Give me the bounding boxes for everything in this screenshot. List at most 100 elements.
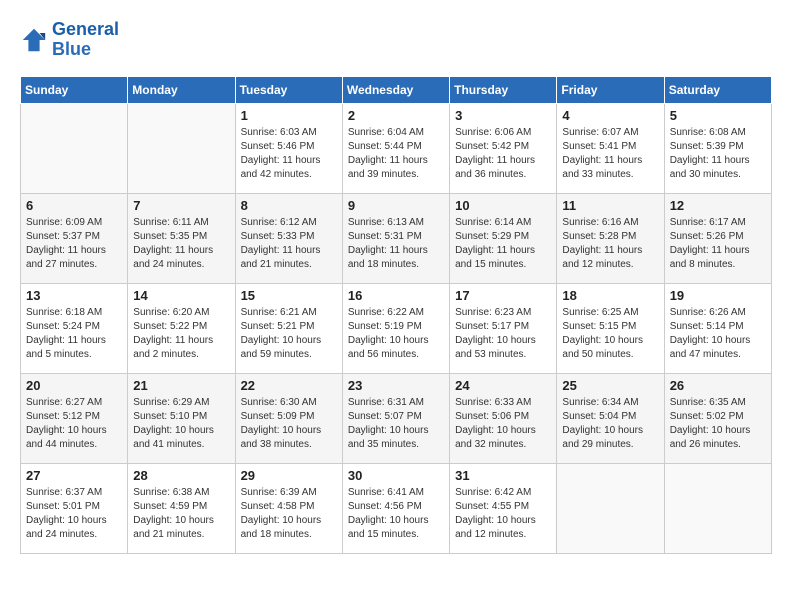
calendar-cell: 18 Sunrise: 6:25 AM Sunset: 5:15 PM Dayli… bbox=[557, 283, 664, 373]
cell-info: Sunrise: 6:25 AM Sunset: 5:15 PM Dayligh… bbox=[562, 306, 658, 362]
cell-info: Sunrise: 6:30 AM Sunset: 5:09 PM Dayligh… bbox=[241, 396, 337, 452]
calendar-cell: 6Sunrise: 6:09 AM Sunset: 5:37 PM Daylig… bbox=[21, 193, 128, 283]
day-number: 24 bbox=[455, 378, 551, 393]
cell-info: Sunrise: 6:29 AM Sunset: 5:10 PM Dayligh… bbox=[133, 396, 229, 452]
day-number: 26 bbox=[670, 378, 766, 393]
day-number: 29 bbox=[241, 468, 337, 483]
day-header-friday: Friday bbox=[557, 76, 664, 103]
day-number: 21 bbox=[133, 378, 229, 393]
calendar-cell: 8Sunrise: 6:12 AM Sunset: 5:33 PM Daylig… bbox=[235, 193, 342, 283]
day-number: 22 bbox=[241, 378, 337, 393]
day-number: 8 bbox=[241, 198, 337, 213]
cell-info: Sunrise: 6:37 AM Sunset: 5:01 PM Dayligh… bbox=[26, 486, 122, 542]
cell-info: Sunrise: 6:23 AM Sunset: 5:17 PM Dayligh… bbox=[455, 306, 551, 362]
calendar-cell: 27 Sunrise: 6:37 AM Sunset: 5:01 PM Dayli… bbox=[21, 463, 128, 553]
calendar-week-row: 6Sunrise: 6:09 AM Sunset: 5:37 PM Daylig… bbox=[21, 193, 772, 283]
day-header-tuesday: Tuesday bbox=[235, 76, 342, 103]
cell-info: Sunrise: 6:38 AM Sunset: 4:59 PM Dayligh… bbox=[133, 486, 229, 542]
calendar-header-row: SundayMondayTuesdayWednesdayThursdayFrid… bbox=[21, 76, 772, 103]
calendar-cell: 5Sunrise: 6:08 AM Sunset: 5:39 PM Daylig… bbox=[664, 103, 771, 193]
calendar-cell: 3Sunrise: 6:06 AM Sunset: 5:42 PM Daylig… bbox=[450, 103, 557, 193]
calendar-cell: 29Sunrise: 6:39 AM Sunset: 4:58 PM Dayli… bbox=[235, 463, 342, 553]
day-number: 12 bbox=[670, 198, 766, 213]
day-number: 19 bbox=[670, 288, 766, 303]
day-number: 2 bbox=[348, 108, 444, 123]
calendar-week-row: 27 Sunrise: 6:37 AM Sunset: 5:01 PM Dayli… bbox=[21, 463, 772, 553]
cell-info: Sunrise: 6:18 AM Sunset: 5:24 PM Dayligh… bbox=[26, 306, 122, 362]
day-header-wednesday: Wednesday bbox=[342, 76, 449, 103]
day-number: 31 bbox=[455, 468, 551, 483]
calendar-cell: 7Sunrise: 6:11 AM Sunset: 5:35 PM Daylig… bbox=[128, 193, 235, 283]
calendar-cell: 24Sunrise: 6:33 AM Sunset: 5:06 PM Dayli… bbox=[450, 373, 557, 463]
calendar-week-row: 20 Sunrise: 6:27 AM Sunset: 5:12 PM Dayli… bbox=[21, 373, 772, 463]
day-number: 20 bbox=[26, 378, 122, 393]
day-number: 3 bbox=[455, 108, 551, 123]
cell-info: Sunrise: 6:03 AM Sunset: 5:46 PM Dayligh… bbox=[241, 126, 337, 182]
day-number: 13 bbox=[26, 288, 122, 303]
cell-info: Sunrise: 6:31 AM Sunset: 5:07 PM Dayligh… bbox=[348, 396, 444, 452]
cell-info: Sunrise: 6:26 AM Sunset: 5:14 PM Dayligh… bbox=[670, 306, 766, 362]
day-header-saturday: Saturday bbox=[664, 76, 771, 103]
cell-info: Sunrise: 6:21 AM Sunset: 5:21 PM Dayligh… bbox=[241, 306, 337, 362]
cell-info: Sunrise: 6:42 AM Sunset: 4:55 PM Dayligh… bbox=[455, 486, 551, 542]
logo-icon bbox=[20, 26, 48, 54]
day-number: 11 bbox=[562, 198, 658, 213]
calendar-cell: 4 Sunrise: 6:07 AM Sunset: 5:41 PM Daylig… bbox=[557, 103, 664, 193]
logo-text: General Blue bbox=[52, 20, 119, 60]
day-number: 17 bbox=[455, 288, 551, 303]
calendar-cell: 14Sunrise: 6:20 AM Sunset: 5:22 PM Dayli… bbox=[128, 283, 235, 373]
day-number: 30 bbox=[348, 468, 444, 483]
cell-info: Sunrise: 6:07 AM Sunset: 5:41 PM Dayligh… bbox=[562, 126, 658, 182]
logo: General Blue bbox=[20, 20, 119, 60]
cell-info: Sunrise: 6:13 AM Sunset: 5:31 PM Dayligh… bbox=[348, 216, 444, 272]
calendar-cell: 12 Sunrise: 6:17 AM Sunset: 5:26 PM Dayli… bbox=[664, 193, 771, 283]
calendar-cell: 31 Sunrise: 6:42 AM Sunset: 4:55 PM Dayli… bbox=[450, 463, 557, 553]
calendar-cell: 1 Sunrise: 6:03 AM Sunset: 5:46 PM Daylig… bbox=[235, 103, 342, 193]
calendar-cell: 30 Sunrise: 6:41 AM Sunset: 4:56 PM Dayli… bbox=[342, 463, 449, 553]
day-number: 23 bbox=[348, 378, 444, 393]
cell-info: Sunrise: 6:34 AM Sunset: 5:04 PM Dayligh… bbox=[562, 396, 658, 452]
day-number: 10 bbox=[455, 198, 551, 213]
cell-info: Sunrise: 6:04 AM Sunset: 5:44 PM Dayligh… bbox=[348, 126, 444, 182]
calendar-cell: 19 Sunrise: 6:26 AM Sunset: 5:14 PM Dayli… bbox=[664, 283, 771, 373]
calendar-cell: 16 Sunrise: 6:22 AM Sunset: 5:19 PM Dayli… bbox=[342, 283, 449, 373]
day-number: 9 bbox=[348, 198, 444, 213]
calendar-week-row: 1 Sunrise: 6:03 AM Sunset: 5:46 PM Daylig… bbox=[21, 103, 772, 193]
day-number: 16 bbox=[348, 288, 444, 303]
calendar-body: 1 Sunrise: 6:03 AM Sunset: 5:46 PM Daylig… bbox=[21, 103, 772, 553]
calendar-cell: 15Sunrise: 6:21 AM Sunset: 5:21 PM Dayli… bbox=[235, 283, 342, 373]
calendar-cell bbox=[128, 103, 235, 193]
calendar-cell: 23 Sunrise: 6:31 AM Sunset: 5:07 PM Dayli… bbox=[342, 373, 449, 463]
calendar-table: SundayMondayTuesdayWednesdayThursdayFrid… bbox=[20, 76, 772, 554]
day-number: 6 bbox=[26, 198, 122, 213]
calendar-cell: 17 Sunrise: 6:23 AM Sunset: 5:17 PM Dayli… bbox=[450, 283, 557, 373]
day-number: 18 bbox=[562, 288, 658, 303]
cell-info: Sunrise: 6:16 AM Sunset: 5:28 PM Dayligh… bbox=[562, 216, 658, 272]
day-number: 5 bbox=[670, 108, 766, 123]
day-number: 1 bbox=[241, 108, 337, 123]
day-header-thursday: Thursday bbox=[450, 76, 557, 103]
day-number: 27 bbox=[26, 468, 122, 483]
cell-info: Sunrise: 6:20 AM Sunset: 5:22 PM Dayligh… bbox=[133, 306, 229, 362]
day-number: 4 bbox=[562, 108, 658, 123]
calendar-cell: 13 Sunrise: 6:18 AM Sunset: 5:24 PM Dayli… bbox=[21, 283, 128, 373]
day-number: 28 bbox=[133, 468, 229, 483]
calendar-cell bbox=[664, 463, 771, 553]
page-header: General Blue bbox=[20, 20, 772, 60]
calendar-cell: 22 Sunrise: 6:30 AM Sunset: 5:09 PM Dayli… bbox=[235, 373, 342, 463]
calendar-cell bbox=[557, 463, 664, 553]
cell-info: Sunrise: 6:17 AM Sunset: 5:26 PM Dayligh… bbox=[670, 216, 766, 272]
calendar-cell: 20 Sunrise: 6:27 AM Sunset: 5:12 PM Dayli… bbox=[21, 373, 128, 463]
day-number: 25 bbox=[562, 378, 658, 393]
calendar-cell: 9 Sunrise: 6:13 AM Sunset: 5:31 PM Daylig… bbox=[342, 193, 449, 283]
calendar-cell: 25 Sunrise: 6:34 AM Sunset: 5:04 PM Dayli… bbox=[557, 373, 664, 463]
calendar-cell: 26 Sunrise: 6:35 AM Sunset: 5:02 PM Dayli… bbox=[664, 373, 771, 463]
day-header-sunday: Sunday bbox=[21, 76, 128, 103]
cell-info: Sunrise: 6:22 AM Sunset: 5:19 PM Dayligh… bbox=[348, 306, 444, 362]
cell-info: Sunrise: 6:27 AM Sunset: 5:12 PM Dayligh… bbox=[26, 396, 122, 452]
cell-info: Sunrise: 6:14 AM Sunset: 5:29 PM Dayligh… bbox=[455, 216, 551, 272]
calendar-cell bbox=[21, 103, 128, 193]
cell-info: Sunrise: 6:35 AM Sunset: 5:02 PM Dayligh… bbox=[670, 396, 766, 452]
cell-info: Sunrise: 6:41 AM Sunset: 4:56 PM Dayligh… bbox=[348, 486, 444, 542]
calendar-cell: 28 Sunrise: 6:38 AM Sunset: 4:59 PM Dayli… bbox=[128, 463, 235, 553]
